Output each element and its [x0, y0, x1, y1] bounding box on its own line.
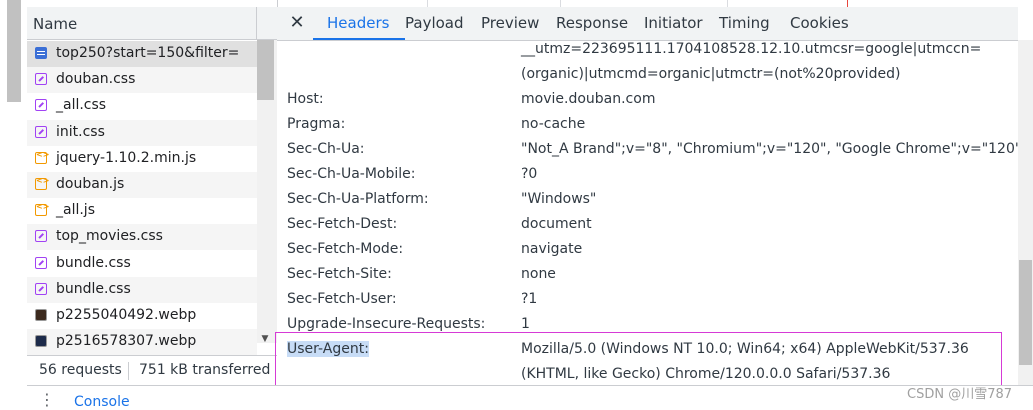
details-scrollbar-thumb[interactable]: [1019, 260, 1032, 365]
drawer-menu-icon[interactable]: ⋮: [37, 392, 57, 408]
tab-timing[interactable]: Timing: [719, 14, 770, 32]
header-value: "Windows": [521, 191, 597, 207]
name-column-header[interactable]: Name: [27, 7, 277, 40]
header-value: "Not_A Brand";v="8", "Chromium";v="120",…: [521, 141, 1022, 157]
request-row[interactable]: _all.css: [27, 93, 257, 119]
request-name: _all.css: [56, 97, 107, 114]
document-icon: [35, 47, 47, 59]
tab-headers[interactable]: Headers: [327, 14, 389, 32]
tab-payload[interactable]: Payload: [405, 14, 464, 32]
header-name: Sec-Ch-Ua:: [287, 141, 365, 157]
header-name: Sec-Ch-Ua-Mobile:: [287, 166, 416, 182]
name-column-label: Name: [33, 15, 78, 33]
header-name: Sec-Fetch-User:: [287, 291, 397, 307]
request-row[interactable]: top250?start=150&filter=: [27, 41, 257, 67]
header-value: ?0: [521, 166, 538, 182]
request-name: p2255040492.webp: [56, 307, 197, 323]
tab-console[interactable]: Console: [74, 394, 130, 410]
request-name: bundle.css: [56, 280, 131, 297]
details-tab-bar: ✕ Headers Payload Preview Response Initi…: [277, 7, 1018, 41]
request-name: init.css: [56, 123, 105, 140]
stylesheet-icon: [35, 256, 47, 269]
header-value: navigate: [521, 241, 583, 257]
stylesheet-icon: [35, 230, 47, 243]
header-name: Sec-Ch-Ua-Platform:: [287, 191, 429, 207]
tab-initiator[interactable]: Initiator: [644, 14, 703, 32]
stylesheet-icon: [35, 125, 47, 138]
cookie-value-line: __utmz=223695111.1704108528.12.10.utmcsr…: [521, 41, 982, 57]
request-name: douban.css: [56, 71, 136, 88]
timeline-marker: [847, 0, 848, 7]
transferred-size: 751 kB transferred: [139, 362, 271, 378]
request-list-panel: Name top250?start=150&filter= douban.css _…: [27, 0, 278, 386]
header-name: Host:: [287, 91, 324, 107]
header-value: 1: [521, 316, 530, 332]
request-row[interactable]: douban.css: [27, 67, 257, 94]
header-name: Pragma:: [287, 116, 346, 132]
outer-scrollbar[interactable]: [0, 0, 28, 407]
request-name: _all.js: [56, 202, 95, 219]
scroll-down-arrow-icon[interactable]: ▼: [259, 334, 271, 344]
stylesheet-icon: [35, 99, 47, 112]
active-tab-indicator: [313, 38, 405, 40]
request-list-scrollbar-thumb[interactable]: [257, 40, 274, 100]
script-icon: [35, 202, 49, 217]
header-value: ?1: [521, 291, 538, 307]
request-row[interactable]: bundle.css: [27, 276, 257, 303]
header-name: Sec-Fetch-Site:: [287, 266, 392, 282]
header-value: none: [521, 266, 556, 282]
request-row[interactable]: init.css: [27, 119, 257, 146]
header-name: Sec-Fetch-Dest:: [287, 216, 398, 232]
column-divider[interactable]: [256, 7, 257, 39]
script-icon: [35, 176, 49, 190]
stylesheet-icon: [35, 282, 47, 295]
drawer-bar: Console: [27, 385, 1033, 410]
request-name: jquery-1.10.2.min.js: [56, 149, 197, 166]
request-count: 56 requests: [39, 362, 122, 378]
request-name: p2516578307.webp: [56, 333, 197, 350]
image-thumbnail-icon: [35, 335, 47, 348]
request-row[interactable]: p2516578307.webp: [27, 329, 257, 356]
outer-scrollbar-thumb[interactable]: [7, 0, 21, 102]
tab-response[interactable]: Response: [556, 14, 628, 32]
script-icon: [35, 150, 49, 164]
image-thumbnail-icon: [35, 309, 47, 321]
status-divider: [128, 362, 129, 380]
request-row[interactable]: p2255040492.webp: [27, 303, 257, 329]
network-status-bar: 56 requests 751 kB transferred: [27, 355, 277, 386]
request-row[interactable]: _all.js: [27, 198, 257, 224]
request-name: top250?start=150&filter=: [56, 45, 240, 61]
tab-cookies[interactable]: Cookies: [790, 14, 849, 32]
header-value: document: [521, 216, 592, 232]
tab-preview[interactable]: Preview: [481, 14, 539, 32]
close-icon[interactable]: ✕: [287, 13, 307, 33]
request-row[interactable]: douban.js: [27, 172, 257, 198]
request-name: bundle.css: [56, 254, 131, 271]
watermark: CSDN @川雪787: [907, 387, 1013, 402]
header-name: Sec-Fetch-Mode:: [287, 241, 404, 257]
request-name: douban.js: [56, 176, 125, 192]
stylesheet-icon: [35, 73, 47, 86]
request-row[interactable]: bundle.css: [27, 251, 257, 277]
header-name: Upgrade-Insecure-Requests:: [287, 316, 486, 332]
header-value: movie.douban.com: [521, 91, 656, 107]
request-row[interactable]: jquery-1.10.2.min.js: [27, 146, 257, 172]
cookie-value-line: (organic)|utmcmd=organic|utmctr=(not%20p…: [521, 66, 901, 82]
header-value: no-cache: [521, 116, 586, 132]
request-details-panel: ✕ Headers Payload Preview Response Initi…: [277, 7, 1022, 385]
request-row[interactable]: top_movies.css: [27, 224, 257, 251]
request-name: top_movies.css: [56, 228, 163, 245]
